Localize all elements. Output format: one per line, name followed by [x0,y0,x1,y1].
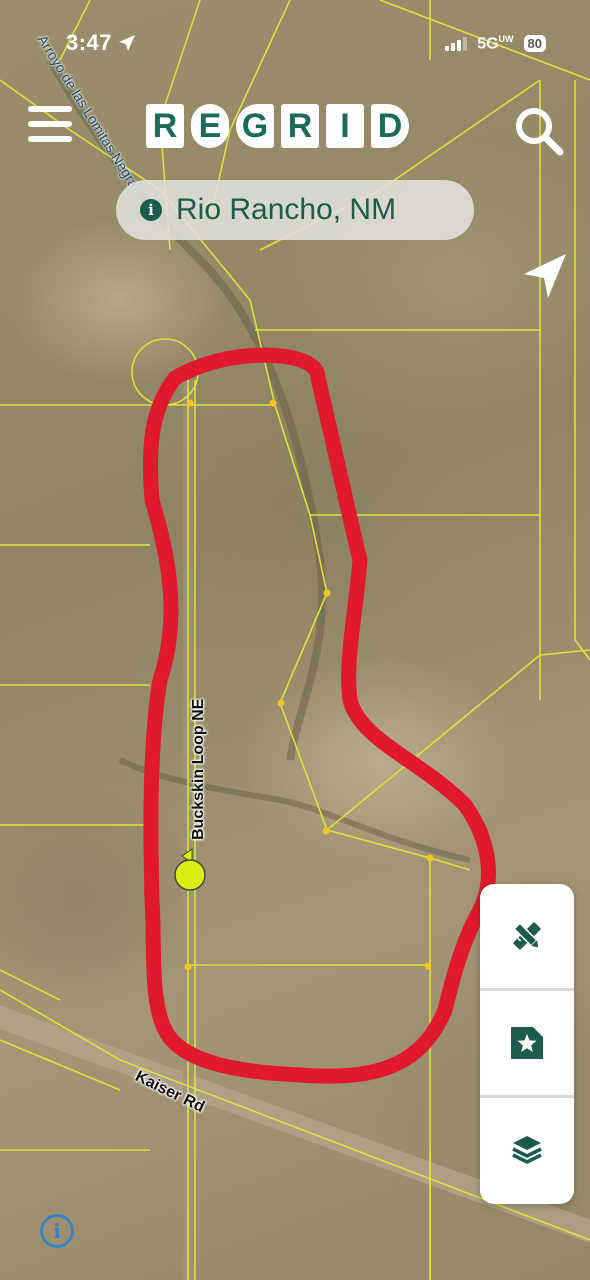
navigation-arrow-icon [524,254,566,298]
regrid-logo: R E G R I D [146,104,409,148]
logo-letter: E [191,104,229,148]
location-arrow-icon [119,35,136,51]
location-pill[interactable]: i Rio Rancho, NM [116,180,474,240]
network-type: 5GUW [477,34,513,53]
status-time: 3:47 [66,30,136,56]
search-icon [516,108,564,156]
info-icon: i [53,1219,61,1243]
map-info-button[interactable]: i [40,1214,74,1248]
network-type-suffix: UW [498,34,514,44]
bookmark-star-icon [511,1027,543,1059]
cell-signal-icon [445,36,468,51]
search-button[interactable] [512,104,566,158]
layers-icon [512,1136,542,1164]
saved-places-button[interactable] [480,991,574,1095]
logo-letter: I [326,104,364,148]
info-icon: i [140,199,162,221]
status-time-text: 3:47 [66,30,113,55]
battery-indicator: 80 [523,35,546,53]
logo-letter: R [146,104,184,148]
status-indicators: 5GUW 80 [445,34,546,53]
location-name: Rio Rancho, NM [176,193,397,226]
map-layers-button[interactable] [480,1098,574,1202]
location-marker [174,859,206,891]
measure-draw-button[interactable] [480,884,574,988]
pencil-ruler-icon [513,922,541,950]
buckskin-road-label: Buckskin Loop NE [190,698,207,840]
logo-letter: D [371,104,409,148]
network-type-label: 5G [477,35,499,53]
logo-letter: R [281,104,319,148]
menu-button[interactable] [28,106,72,142]
logo-letter: G [236,104,274,148]
map-toolbar [480,884,574,1204]
locate-me-button[interactable] [520,250,572,302]
